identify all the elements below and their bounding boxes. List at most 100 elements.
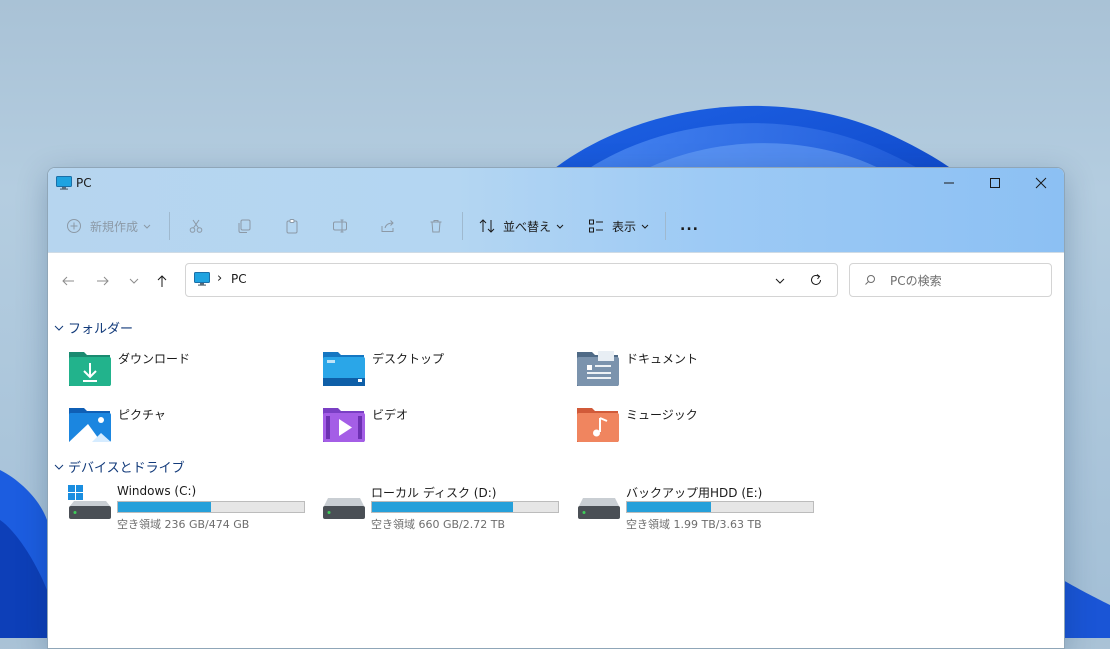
drive-free-space: 空き領域 660 GB/2.72 TB (371, 518, 506, 531)
breadcrumb-separator[interactable]: › (217, 271, 222, 286)
copy-button[interactable] (236, 206, 252, 246)
folder-pictures[interactable]: ピクチャ (68, 404, 308, 450)
maximize-icon (990, 178, 1000, 188)
pictures-folder-icon (69, 408, 111, 442)
new-label: 新規作成 (90, 219, 139, 234)
share-icon (381, 220, 394, 232)
chevron-down-icon (129, 278, 139, 284)
chevron-down-icon (143, 224, 151, 229)
chevron-down-icon (54, 325, 64, 331)
pc-icon (194, 272, 210, 286)
section-title: デバイスとドライブ (68, 461, 185, 476)
close-icon (1035, 177, 1047, 189)
view-icon (589, 219, 603, 233)
more-icon: ... (680, 218, 699, 234)
toolbar-divider (169, 212, 170, 240)
breadcrumb[interactable]: PC (231, 272, 247, 286)
hard-drive-icon (578, 498, 620, 519)
arrow-right-icon (97, 276, 109, 286)
drive-free-space: 空き領域 1.99 TB/3.63 TB (626, 518, 762, 531)
drive-d[interactable]: ローカル ディスク (D:) 空き領域 660 GB/2.72 TB (320, 484, 570, 532)
view-label: 表示 (612, 219, 637, 234)
rename-button[interactable] (332, 206, 348, 246)
more-options-button[interactable]: ... (680, 206, 699, 246)
cut-button[interactable] (188, 206, 204, 246)
folder-label: ビデオ (372, 408, 409, 422)
folder-label: ダウンロード (118, 352, 191, 366)
devices-section-header[interactable]: デバイスとドライブ (54, 457, 185, 476)
navigation-row: › PC PCの検索 (48, 253, 1064, 313)
drive-c[interactable]: Windows (C:) 空き領域 236 GB/474 GB (66, 484, 316, 532)
new-button[interactable]: 新規作成 (66, 206, 152, 246)
music-folder-icon (577, 408, 619, 442)
folder-videos[interactable]: ビデオ (322, 404, 562, 450)
back-button[interactable] (56, 269, 80, 293)
explorer-window: PC 新規作成 並べ替え 表示 ... › PC PCの検索 フォルダー ダウン… (47, 167, 1065, 649)
delete-button[interactable] (428, 206, 444, 246)
minimize-icon (944, 182, 954, 184)
folder-label: ピクチャ (118, 408, 166, 422)
folder-downloads[interactable]: ダウンロード (68, 348, 308, 394)
command-bar: 新規作成 並べ替え 表示 ... (48, 206, 1064, 246)
recent-locations-button[interactable] (122, 269, 146, 293)
section-title: フォルダー (68, 322, 134, 337)
search-placeholder[interactable]: PCの検索 (890, 272, 942, 289)
folder-music[interactable]: ミュージック (576, 404, 816, 450)
drive-usage-fill (118, 502, 211, 512)
sort-button[interactable]: 並べ替え (478, 206, 565, 246)
folder-label: ドキュメント (626, 352, 699, 366)
drive-usage-fill (372, 502, 514, 512)
window-title: PC (76, 176, 92, 190)
folder-documents[interactable]: ドキュメント (576, 348, 816, 394)
add-icon (67, 219, 81, 233)
arrow-left-icon (62, 276, 74, 286)
search-icon (865, 275, 875, 285)
toolbar-divider (665, 212, 666, 240)
trash-icon (430, 220, 442, 233)
folder-desktop[interactable]: デスクトップ (322, 348, 562, 394)
search-box[interactable]: PCの検索 (849, 263, 1052, 297)
up-button[interactable] (150, 269, 174, 293)
windows-drive-icon (68, 485, 111, 519)
hard-drive-icon (323, 498, 365, 519)
paste-icon (286, 219, 298, 234)
sort-label: 並べ替え (503, 219, 552, 234)
drive-usage-bar (117, 501, 305, 513)
forward-button[interactable] (91, 269, 115, 293)
title-bar[interactable]: PC (48, 168, 1064, 198)
maximize-button[interactable] (972, 168, 1018, 198)
share-button[interactable] (380, 206, 396, 246)
chevron-down-icon (641, 224, 649, 229)
sort-icon (479, 219, 495, 233)
drive-name: バックアップ用HDD (E:) (626, 486, 763, 500)
address-bar[interactable]: › PC (185, 263, 838, 297)
downloads-folder-icon (69, 352, 111, 386)
pc-icon (56, 176, 72, 190)
documents-folder-icon (577, 351, 619, 386)
refresh-icon[interactable] (809, 273, 823, 287)
copy-icon (238, 219, 251, 233)
drive-name: Windows (C:) (117, 484, 197, 498)
desktop-folder-icon (323, 352, 365, 386)
drive-usage-fill (627, 502, 711, 512)
drive-e[interactable]: バックアップ用HDD (E:) 空き領域 1.99 TB/3.63 TB (575, 484, 825, 532)
close-button[interactable] (1018, 168, 1064, 198)
chevron-down-icon (556, 224, 564, 229)
videos-folder-icon (323, 408, 365, 442)
toolbar-divider (462, 212, 463, 240)
drive-usage-bar (371, 501, 559, 513)
drive-name: ローカル ディスク (D:) (371, 486, 497, 500)
drive-usage-bar (626, 501, 814, 513)
arrow-up-icon (157, 275, 167, 287)
drive-free-space: 空き領域 236 GB/474 GB (117, 518, 250, 531)
folder-label: デスクトップ (372, 352, 445, 366)
view-button[interactable]: 表示 (588, 206, 650, 246)
chevron-down-icon (54, 464, 64, 470)
minimize-button[interactable] (926, 168, 972, 198)
chevron-down-icon[interactable] (774, 275, 786, 287)
folder-label: ミュージック (626, 408, 698, 422)
scissors-icon (189, 219, 203, 233)
rename-icon (333, 219, 347, 233)
paste-button[interactable] (284, 206, 300, 246)
folders-section-header[interactable]: フォルダー (54, 318, 133, 337)
